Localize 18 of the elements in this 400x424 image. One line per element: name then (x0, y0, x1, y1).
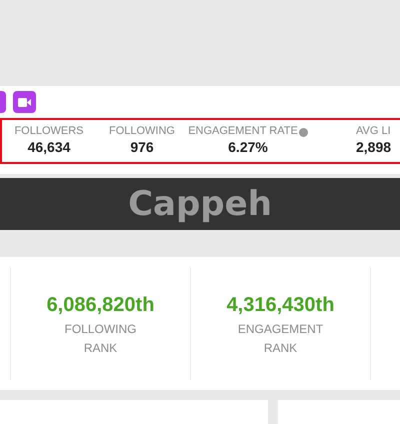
rank-value: 4,316,430th (226, 292, 334, 318)
rank-label: RANK (84, 340, 118, 356)
rank-label: ENGAGEMENT (238, 320, 324, 338)
stat-label: FOLLOWERS (14, 125, 84, 140)
rank-label: FOLLOWING (64, 320, 136, 338)
stat-value: 46,634 (28, 139, 70, 157)
banner-title: Cappeh (128, 182, 272, 226)
help-icon[interactable] (298, 128, 308, 137)
stat-label: ENGAGEMENT RATE (188, 125, 298, 140)
stat-label: AVG LI (356, 125, 391, 140)
rank-label: RANK (264, 340, 298, 356)
rank-value: 6,086,820th (46, 292, 154, 318)
stat-value: 6.27% (228, 139, 268, 157)
video-icon[interactable] (13, 91, 36, 113)
stat-label: FOLLOWING (108, 125, 175, 140)
stat-value: 976 (130, 139, 154, 157)
social-icon[interactable] (0, 91, 6, 113)
stat-value: 2,898 (356, 139, 392, 157)
